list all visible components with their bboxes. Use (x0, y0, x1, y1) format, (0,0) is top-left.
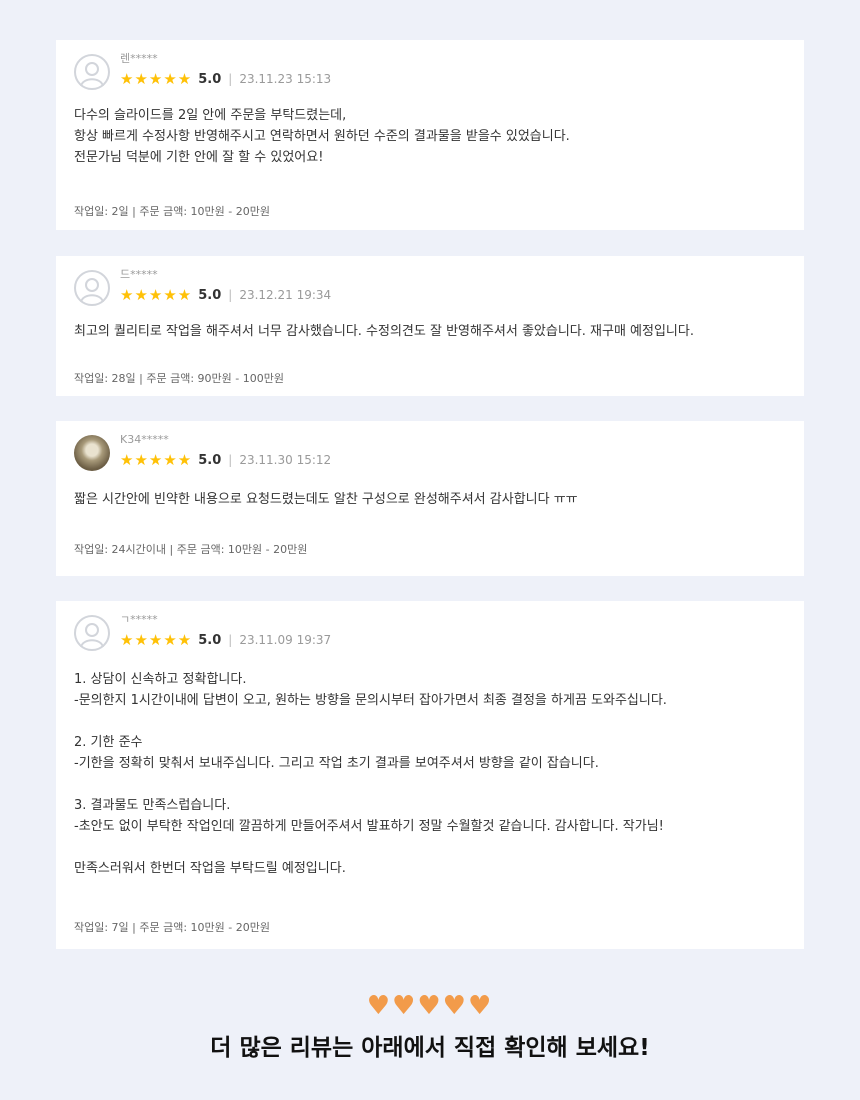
divider: | (228, 72, 233, 86)
reviewer-name: ㄱ***** (120, 613, 158, 626)
rating-score: 5.0 (198, 71, 222, 87)
rating-score: 5.0 (198, 632, 222, 648)
rating-score: 5.0 (198, 452, 222, 468)
divider: | (228, 633, 233, 647)
review-text: 최고의 퀄리티로 작업을 해주셔서 너무 감사했습니다. 수정의견도 잘 반영해… (74, 324, 694, 339)
user-avatar-icon (74, 270, 110, 306)
rating-score: 5.0 (198, 287, 222, 303)
reviewer-name: 렌***** (120, 52, 158, 65)
divider: | (228, 453, 233, 467)
star-rating-icon: ★★★★★ (120, 285, 193, 304)
hearts-row: ♥♥♥♥♥ (0, 992, 860, 1020)
order-info: 작업일: 2일 | 주문 금액: 10만원 - 20만원 (74, 205, 270, 218)
order-info: 작업일: 24시간이내 | 주문 금액: 10만원 - 20만원 (74, 543, 308, 556)
review-date: 23.11.09 19:37 (239, 633, 332, 647)
user-avatar-icon (74, 615, 110, 651)
review-date: 23.11.30 15:12 (239, 453, 332, 467)
review-text: 다수의 슬라이드를 2일 안에 주문을 부탁드렸는데, 항상 빠르게 수정사항 … (74, 108, 570, 165)
reviewer-name: 드***** (120, 268, 158, 281)
more-reviews-callout: 더 많은 리뷰는 아래에서 직접 확인해 보세요! (210, 1035, 650, 1061)
review-text: 1. 상담이 신속하고 정확합니다. -문의한지 1시간이내에 답변이 오고, … (74, 672, 667, 876)
user-avatar-icon (74, 54, 110, 90)
divider: | (228, 288, 233, 302)
reviewer-name: K34***** (120, 433, 169, 446)
review-date: 23.12.21 19:34 (239, 288, 332, 302)
star-rating-icon: ★★★★★ (120, 450, 193, 469)
order-info: 작업일: 7일 | 주문 금액: 10만원 - 20만원 (74, 921, 270, 934)
review-card: 렌***** ★★★★★ 5.0 | 23.11.23 15:13 다수의 슬라… (56, 40, 804, 230)
user-avatar-photo (74, 435, 110, 471)
review-card: 드***** ★★★★★ 5.0 | 23.12.21 19:34 최고의 퀄리… (56, 256, 804, 396)
review-text: 짧은 시간안에 빈약한 내용으로 요청드렸는데도 알찬 구성으로 완성해주셔서 … (74, 492, 578, 507)
review-date: 23.11.23 15:13 (239, 72, 332, 86)
order-info: 작업일: 28일 | 주문 금액: 90만원 - 100만원 (74, 372, 284, 385)
review-card: ㄱ***** ★★★★★ 5.0 | 23.11.09 19:37 1. 상담이… (56, 601, 804, 949)
star-rating-icon: ★★★★★ (120, 630, 193, 649)
review-card: K34***** ★★★★★ 5.0 | 23.11.30 15:12 짧은 시… (56, 421, 804, 576)
heart-icon: ♥♥♥♥♥ (366, 991, 494, 1021)
star-rating-icon: ★★★★★ (120, 69, 193, 88)
